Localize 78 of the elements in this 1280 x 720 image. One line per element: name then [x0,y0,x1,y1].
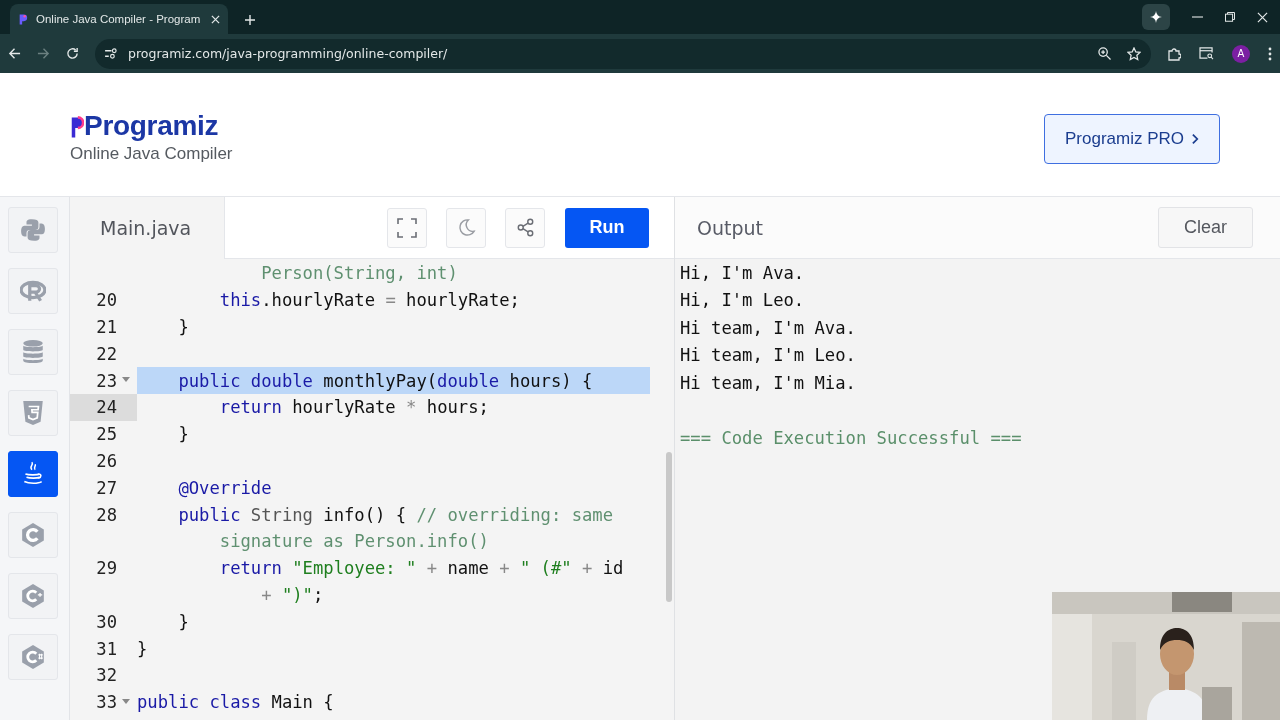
code-line: } [178,611,189,632]
chevron-icon [1192,132,1199,145]
success-message: === Code Execution Successful === [680,427,1022,448]
star-icon[interactable] [1127,46,1141,61]
logo-text: Programiz [84,111,219,140]
theme-toggle-button[interactable] [446,207,486,248]
output-line: Hi team, I'm Leo. [680,345,856,366]
menu-icon[interactable] [1268,46,1272,61]
restore-icon[interactable] [1225,12,1235,22]
code-line: } [178,317,189,337]
moon-icon [456,218,476,237]
address-bar[interactable]: programiz.com/java-programming/online-compiler/ [128,46,448,61]
close-icon[interactable] [211,14,220,24]
puzzle-icon[interactable] [1167,46,1181,61]
site-settings-icon[interactable] [105,48,118,59]
sparkle-icon[interactable] [1150,11,1162,23]
reload-icon[interactable] [66,47,79,60]
output-line: Hi team, I'm Mia. [680,372,856,393]
close-icon[interactable] [1257,11,1268,23]
line-number: 25 [96,424,117,445]
line-number: 26 [96,450,117,471]
line-number: 22 [96,343,117,364]
code-line: public class Main { [137,692,334,713]
code-line: this.hourlyRate = hourlyRate; [219,290,520,311]
browser-tab[interactable]: Online Java Compiler - Program [10,4,228,34]
fold-arrow-icon[interactable] [122,377,130,383]
share-icon [515,218,535,237]
run-button[interactable]: Run [565,207,649,248]
code-line: return "Employee: " + name + " (#" + id [219,558,624,579]
code-line: } [178,424,189,445]
output-line: Hi, I'm Ava. [680,262,805,283]
share-button[interactable] [505,207,545,248]
line-number: 30 [96,611,117,632]
logo-mark-icon [70,113,84,140]
line-number: 29 [96,558,117,579]
output-line: Hi team, I'm Ava. [680,317,856,338]
code-line-continuation: Person(String, int) [261,263,458,284]
code-line-continuation: + ")"; [261,584,324,605]
line-number: 27 [96,477,117,498]
cpp-logo-icon [20,583,46,609]
fold-arrow-icon[interactable] [122,698,130,704]
line-number: 21 [96,317,117,337]
line-number: 24 [96,397,117,418]
code-line: return hourlyRate * hours; [219,397,489,418]
code-line: @Override [178,477,272,498]
code-line: public String info() { // overriding: same [178,504,614,525]
fullscreen-button[interactable] [387,207,427,248]
fullscreen-icon [397,217,417,238]
r-logo-icon [20,278,46,304]
forward-icon[interactable] [37,47,50,60]
new-tab-icon[interactable] [244,14,256,26]
line-number: 20 [96,290,117,311]
language-tab[interactable] [8,451,58,497]
code-line: } [137,638,148,659]
back-icon[interactable] [8,47,21,60]
clear-button[interactable]: Clear [1158,207,1253,248]
line-number: 32 [96,665,117,686]
line-number: 31 [96,638,117,659]
line-number: 23 [96,370,117,391]
output-line: Hi, I'm Leo. [680,290,805,311]
output-title: Output [697,216,763,239]
code-line-continuation: signature as Person.info() [219,531,489,552]
profile-avatar[interactable]: A [1232,44,1250,63]
line-number: 28 [96,504,117,525]
csharp-logo-icon [20,644,46,670]
html5-icon [20,400,46,426]
file-tab[interactable]: Main.java [70,197,224,259]
page-subtitle: Online Java Compiler [70,143,233,164]
python-logo-icon [20,217,46,243]
site-favicon [18,12,28,26]
zoom-icon[interactable] [1098,47,1111,60]
database-icon [20,339,46,365]
tab-search-icon[interactable] [1199,47,1214,60]
code-line: public double monthlyPay(double hours) { [178,370,593,391]
c-logo-icon [20,522,46,548]
tab-title: Online Java Compiler - Program [36,13,202,25]
line-number: 33 [96,692,117,713]
pro-button[interactable]: Programiz PRO [1043,113,1220,164]
